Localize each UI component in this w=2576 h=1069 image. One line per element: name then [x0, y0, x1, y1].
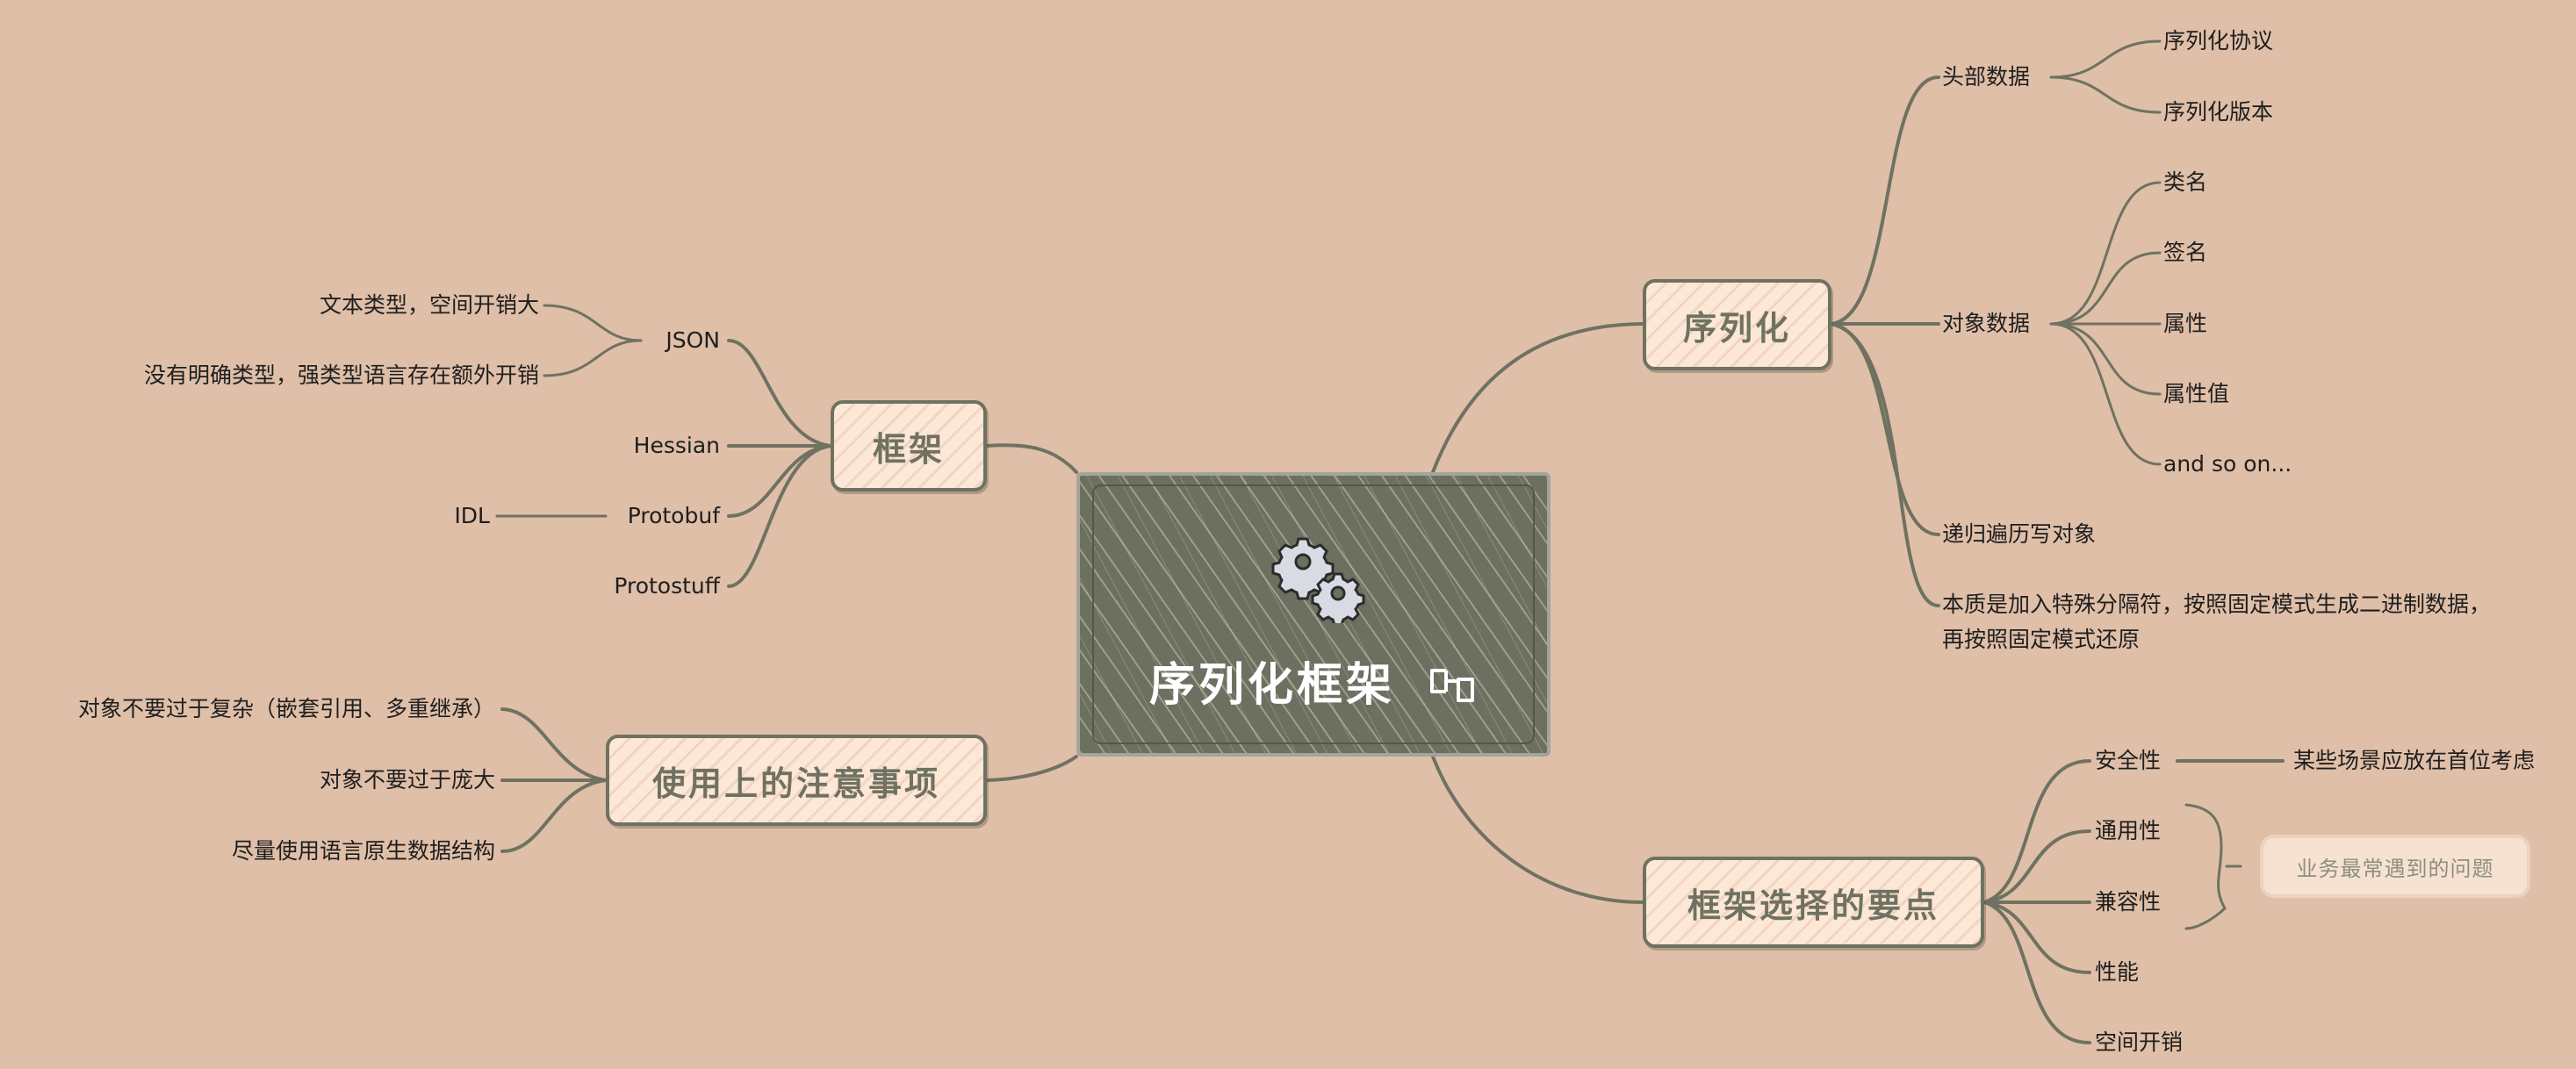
connector-header-version: [2049, 75, 2162, 114]
bracket-generality-compat: [2184, 803, 2227, 930]
subtopic-generality[interactable]: 通用性: [2095, 816, 2161, 846]
connector-object-more: [2049, 322, 2162, 466]
connector-usage-native: [500, 778, 608, 853]
connector-serialization-essence: [1830, 322, 1940, 607]
connector-center-selection: [1431, 755, 1644, 904]
connector-object-classname: [2049, 181, 2162, 326]
connector-json-type: [543, 339, 643, 377]
summary-note[interactable]: 业务最常遇到的问题: [2263, 838, 2527, 894]
item-json-text-type[interactable]: 文本类型，空间开销大: [320, 291, 539, 320]
connector-serialization-header: [1830, 75, 1940, 326]
item-serialization-protocol[interactable]: 序列化协议: [2163, 26, 2273, 56]
item-serialization-version[interactable]: 序列化版本: [2163, 97, 2273, 127]
link-icon[interactable]: [1427, 665, 1478, 706]
item-attribute-value[interactable]: 属性值: [2163, 379, 2229, 409]
item-attribute[interactable]: 属性: [2163, 309, 2207, 339]
subtopic-protostuff[interactable]: Protostuff: [614, 571, 720, 601]
topic-selection-points[interactable]: 框架选择的要点: [1643, 857, 1984, 948]
central-title-text: 序列化框架: [1148, 659, 1395, 712]
connector-object-attrvalue: [2049, 322, 2162, 396]
item-native-structures[interactable]: 尽量使用语言原生数据结构: [232, 836, 495, 866]
connector-object-signature: [2049, 251, 2162, 326]
subtopic-essence[interactable]: 本质是加入特殊分隔符，按照固定模式生成二进制数据，再按照固定模式还原: [1942, 587, 2504, 657]
topic-serialization[interactable]: 序列化: [1643, 279, 1831, 370]
summary-note-text: 业务最常遇到的问题: [2296, 856, 2494, 881]
central-topic[interactable]: 序列化框架: [1076, 472, 1551, 757]
topic-frameworks[interactable]: 框架: [831, 400, 987, 491]
connector-json-text: [543, 304, 643, 342]
topic-frameworks-label: 框架: [872, 429, 945, 469]
item-json-no-type[interactable]: 没有明确类型，强类型语言存在额外开销: [144, 361, 539, 391]
topic-selection-points-label: 框架选择的要点: [1687, 886, 1939, 925]
subtopic-security[interactable]: 安全性: [2095, 746, 2161, 776]
connector-usage-complex: [500, 707, 608, 782]
connector-frameworks-protostuff: [727, 444, 832, 588]
connector-center-usage: [985, 755, 1078, 782]
subtopic-hessian[interactable]: Hessian: [634, 431, 720, 461]
item-idl[interactable]: IDL: [454, 501, 490, 531]
subtopic-recursive-write[interactable]: 递归遍历写对象: [1942, 520, 2096, 549]
item-object-not-complex[interactable]: 对象不要过于复杂（嵌套引用、多重继承）: [78, 694, 495, 724]
connector-header-protocol: [2049, 39, 2162, 79]
item-class-name[interactable]: 类名: [2163, 168, 2207, 197]
subtopic-space-overhead[interactable]: 空间开销: [2095, 1028, 2183, 1058]
item-and-so-on[interactable]: and so on...: [2163, 449, 2292, 479]
connector-center-serialization: [1431, 322, 1644, 474]
topic-serialization-label: 序列化: [1682, 308, 1791, 348]
subtopic-json[interactable]: JSON: [666, 326, 720, 355]
mind-map: 序列化框架 序列化 框架 使用上的注意事项 框架选择的要点 头部数据 序列化协议…: [0, 0, 2576, 1069]
item-signature[interactable]: 签名: [2163, 238, 2207, 268]
item-security-first[interactable]: 某些场景应放在首位考虑: [2293, 746, 2535, 776]
central-title: 序列化框架: [1080, 648, 1547, 714]
subtopic-performance[interactable]: 性能: [2095, 958, 2139, 987]
topic-usage-notes-label: 使用上的注意事项: [651, 764, 940, 803]
subtopic-object-data[interactable]: 对象数据: [1942, 309, 2030, 339]
connector-frameworks-protobuf: [727, 444, 832, 518]
connector-frameworks-json: [727, 339, 832, 448]
subtopic-protobuf[interactable]: Protobuf: [628, 501, 720, 531]
connector-serialization-recursive: [1830, 322, 1940, 536]
topic-usage-notes[interactable]: 使用上的注意事项: [606, 735, 987, 826]
gears-icon: [1271, 537, 1365, 623]
item-object-not-large[interactable]: 对象不要过于庞大: [320, 765, 495, 795]
subtopic-compatibility[interactable]: 兼容性: [2095, 887, 2161, 917]
connector-center-frameworks: [985, 443, 1078, 474]
subtopic-header-data[interactable]: 头部数据: [1942, 62, 2030, 92]
